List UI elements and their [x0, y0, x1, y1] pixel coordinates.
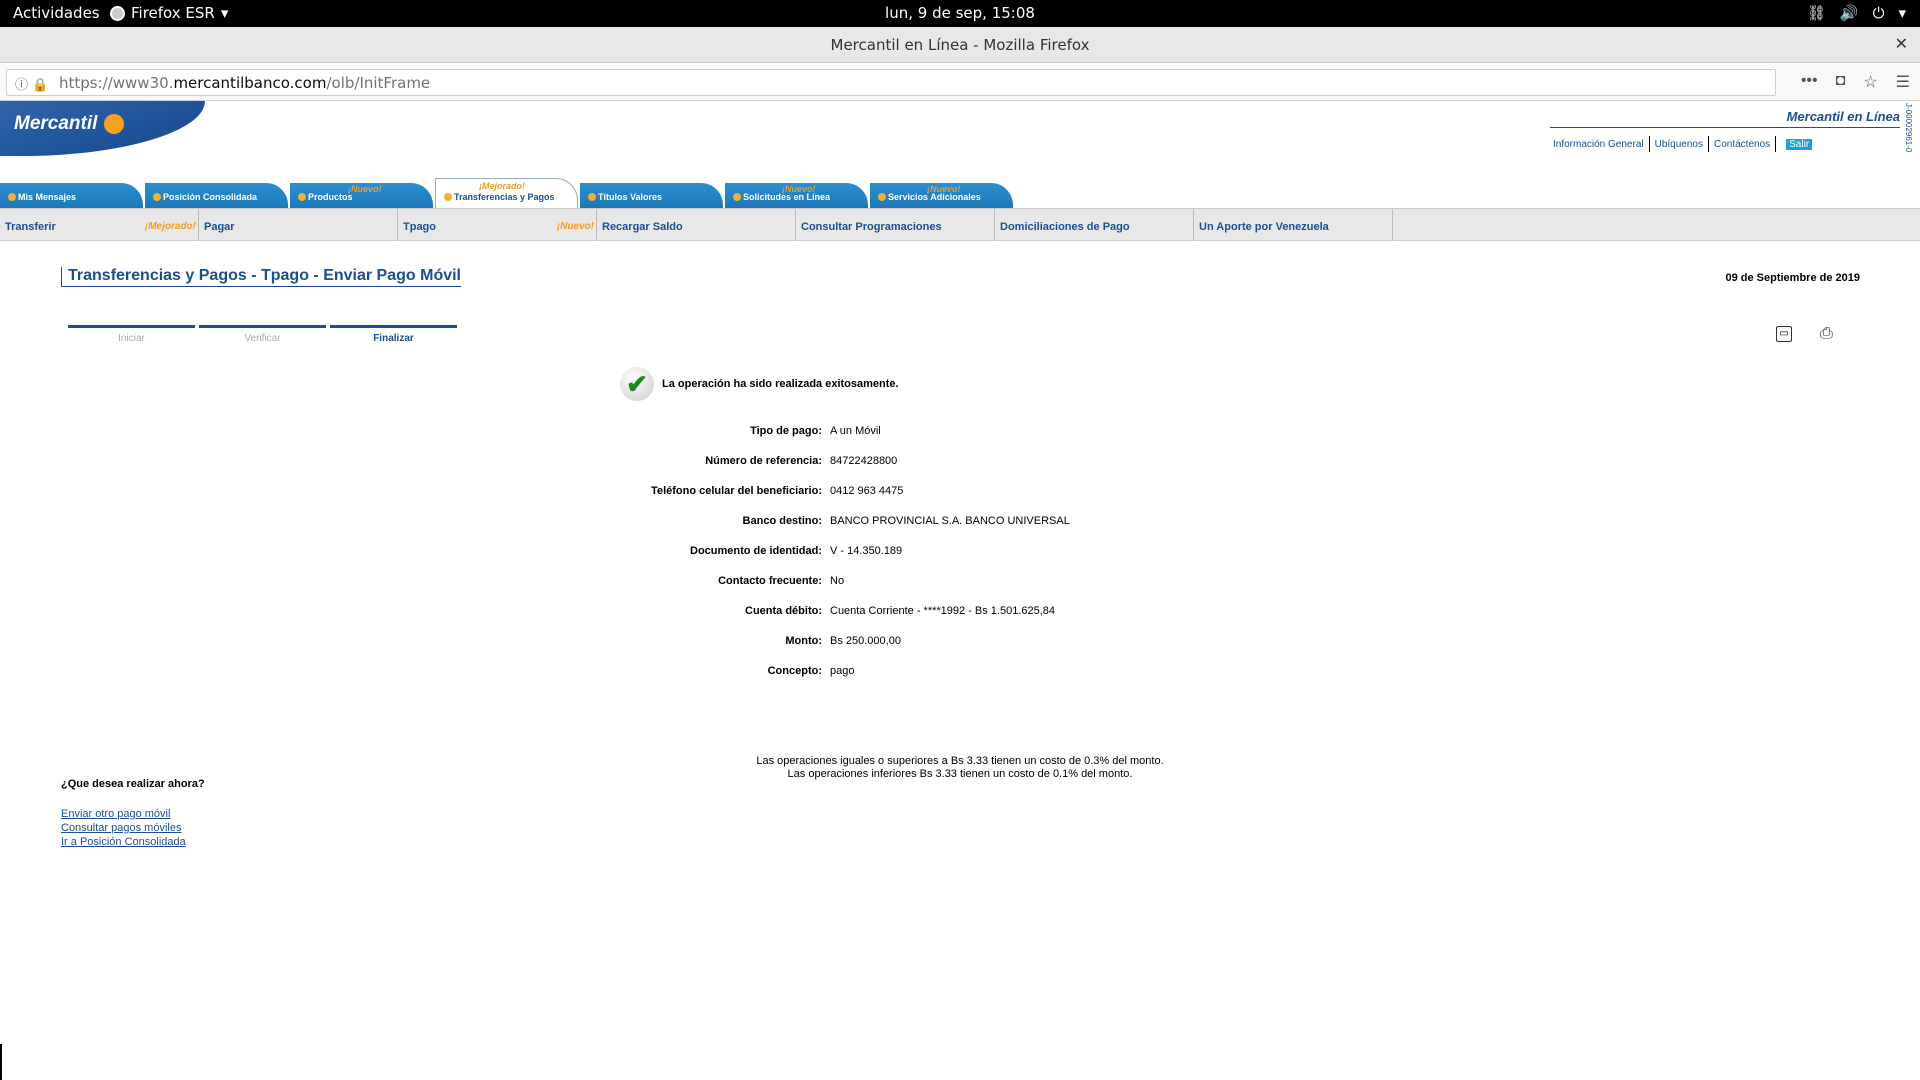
- page-date: 09 de Septiembre de 2019: [1725, 272, 1860, 284]
- page-content: Mercantil Mercantil en Línea Información…: [0, 101, 1920, 1080]
- new-badge: ¡Nuevo!: [927, 184, 961, 194]
- subnav-consultar-programaciones[interactable]: Consultar Programaciones: [796, 209, 995, 241]
- link-ubiquenos[interactable]: Ubíquenos: [1652, 139, 1706, 150]
- volume-icon: 🔊: [1839, 4, 1859, 22]
- detail-row: Contacto frecuente: No: [718, 575, 845, 587]
- window-title: Mercantil en Línea - Mozilla Firefox: [830, 36, 1090, 54]
- edge-marker: [0, 1044, 2, 1080]
- checkmark-icon: ✔: [620, 367, 654, 401]
- mercantil-logo[interactable]: Mercantil: [0, 101, 205, 156]
- subnav-domiciliaciones[interactable]: Domiciliaciones de Pago: [995, 209, 1194, 241]
- hamburger-menu-icon[interactable]: ☰: [1896, 72, 1910, 92]
- window-titlebar: Mercantil en Línea - Mozilla Firefox ✕: [0, 27, 1920, 63]
- link-posicion-consolidada[interactable]: Ir a Posición Consolidada: [61, 835, 186, 849]
- save-icon[interactable]: ▭: [1776, 326, 1792, 342]
- link-enviar-otro-pago[interactable]: Enviar otro pago móvil: [61, 807, 186, 821]
- system-tray[interactable]: ⛓ 🔊 ⏻ ▾: [1807, 4, 1906, 22]
- divider: [1775, 136, 1777, 152]
- top-links: Información General Ubíquenos Contácteno…: [1550, 136, 1813, 152]
- link-contactenos[interactable]: Contáctenos: [1711, 139, 1773, 150]
- tab-bullet-icon: [444, 193, 452, 201]
- site-info-icon[interactable]: ⓘ 🔒: [15, 74, 48, 93]
- url-text[interactable]: https://www30.mercantilbanco.com/olb/Ini…: [59, 74, 430, 92]
- browser-toolbar: ⓘ 🔒 https://www30.mercantilbanco.com/olb…: [0, 64, 1920, 101]
- step-verificar: Verificar: [199, 325, 326, 344]
- fee-note: Las operaciones iguales o superiores a B…: [756, 755, 1164, 780]
- divider: [1707, 136, 1709, 152]
- network-icon: ⛓: [1806, 4, 1826, 22]
- improved-badge: ¡Mejorado!: [479, 181, 525, 191]
- tab-servicios-adicionales[interactable]: ¡Nuevo! Servicios Adicionales: [870, 183, 1013, 208]
- detail-row: Número de referencia: 84722428800: [705, 455, 898, 467]
- logo-swoosh-icon: [104, 114, 124, 134]
- link-informacion-general[interactable]: Información General: [1550, 139, 1647, 150]
- divider: [1648, 136, 1650, 152]
- success-text: La operación ha sido realizada exitosame…: [662, 378, 899, 390]
- new-badge: ¡Nuevo!: [348, 184, 382, 194]
- detail-row: Teléfono celular del beneficiario: 0412 9…: [651, 485, 904, 497]
- tab-bullet-icon: [878, 193, 886, 201]
- tab-solicitudes-en-linea[interactable]: ¡Nuevo! Solicitudes en Línea: [725, 183, 868, 208]
- detail-row: Documento de identidad: V - 14.350.189: [690, 545, 903, 557]
- tab-mis-mensajes[interactable]: Mis Mensajes: [0, 183, 143, 208]
- subnav-aporte-venezuela[interactable]: Un Aporte por Venezuela: [1194, 209, 1393, 241]
- subnav-recargar-saldo[interactable]: Recargar Saldo: [597, 209, 796, 241]
- improved-badge: ¡Mejorado!: [144, 221, 196, 232]
- detail-row: Cuenta débito: Cuenta Corriente - ****199…: [745, 605, 1056, 617]
- clock[interactable]: lun, 9 de sep, 15:08: [0, 4, 1920, 22]
- tab-bullet-icon: [298, 193, 306, 201]
- detail-row: Concepto: pago: [767, 665, 855, 677]
- detail-row: Tipo de pago: A un Móvil: [750, 425, 881, 437]
- next-actions-title: ¿Que desea realizar ahora?: [61, 778, 205, 790]
- url-bar[interactable]: ⓘ 🔒 https://www30.mercantilbanco.com/olb…: [6, 69, 1776, 96]
- step-finalizar: Finalizar: [330, 325, 457, 344]
- link-consultar-pagos[interactable]: Consultar pagos móviles: [61, 821, 186, 835]
- new-badge: ¡Nuevo!: [782, 184, 816, 194]
- subnav-tpago[interactable]: Tpago ¡Nuevo!: [398, 209, 597, 241]
- operation-details: Tipo de pago: A un Móvil Número de refere…: [500, 425, 1200, 695]
- tab-bullet-icon: [153, 193, 161, 201]
- page-title: Transferencias y Pagos - Tpago - Enviar …: [61, 267, 461, 287]
- chevron-down-icon: ▾: [1898, 4, 1906, 22]
- gnome-top-bar: Actividades Firefox ESR ▾ lun, 9 de sep,…: [0, 0, 1920, 27]
- salir-button[interactable]: Salir: [1786, 138, 1813, 150]
- main-tabs: Mis Mensajes Posición Consolidada ¡Nuevo…: [0, 178, 1020, 208]
- step-iniciar: Iniciar: [68, 325, 195, 344]
- pocket-icon[interactable]: ◘: [1836, 72, 1846, 92]
- brand-title: Mercantil en Línea: [1550, 109, 1900, 128]
- tab-transferencias-y-pagos[interactable]: ¡Mejorado! Transferencias y Pagos: [435, 178, 578, 208]
- new-badge: ¡Nuevo!: [556, 221, 594, 232]
- close-window-button[interactable]: ✕: [1895, 34, 1908, 53]
- success-message: ✔ La operación ha sido realizada exitosa…: [620, 367, 899, 401]
- tab-titulos-valores[interactable]: Títulos Valores: [580, 183, 723, 208]
- bookmark-star-icon[interactable]: ☆: [1863, 72, 1877, 92]
- sub-navigation: Transferir ¡Mejorado! Pagar Tpago ¡Nuevo! …: [0, 208, 1920, 241]
- tab-bullet-icon: [733, 193, 741, 201]
- tab-posicion-consolidada[interactable]: Posición Consolidada: [145, 183, 288, 208]
- tab-bullet-icon: [588, 193, 596, 201]
- tab-bullet-icon: [8, 193, 16, 201]
- print-icon[interactable]: ⎙: [1820, 326, 1838, 342]
- progress-steps: Iniciar Verificar Finalizar: [68, 325, 457, 344]
- next-actions-links: Enviar otro pago móvil Consultar pagos m…: [61, 807, 186, 849]
- detail-row: Monto: Bs 250.000,00: [785, 635, 901, 647]
- subnav-pagar[interactable]: Pagar: [199, 209, 398, 241]
- tab-productos[interactable]: ¡Nuevo! Productos: [290, 183, 433, 208]
- detail-row: Banco destino: BANCO PROVINCIAL S.A. BANC…: [742, 515, 1070, 527]
- page-actions-icon[interactable]: •••: [1801, 72, 1818, 92]
- subnav-transferir[interactable]: Transferir ¡Mejorado!: [0, 209, 199, 241]
- vertical-code: J-00002961-0: [1904, 103, 1913, 153]
- power-icon: ⏻: [1872, 4, 1885, 22]
